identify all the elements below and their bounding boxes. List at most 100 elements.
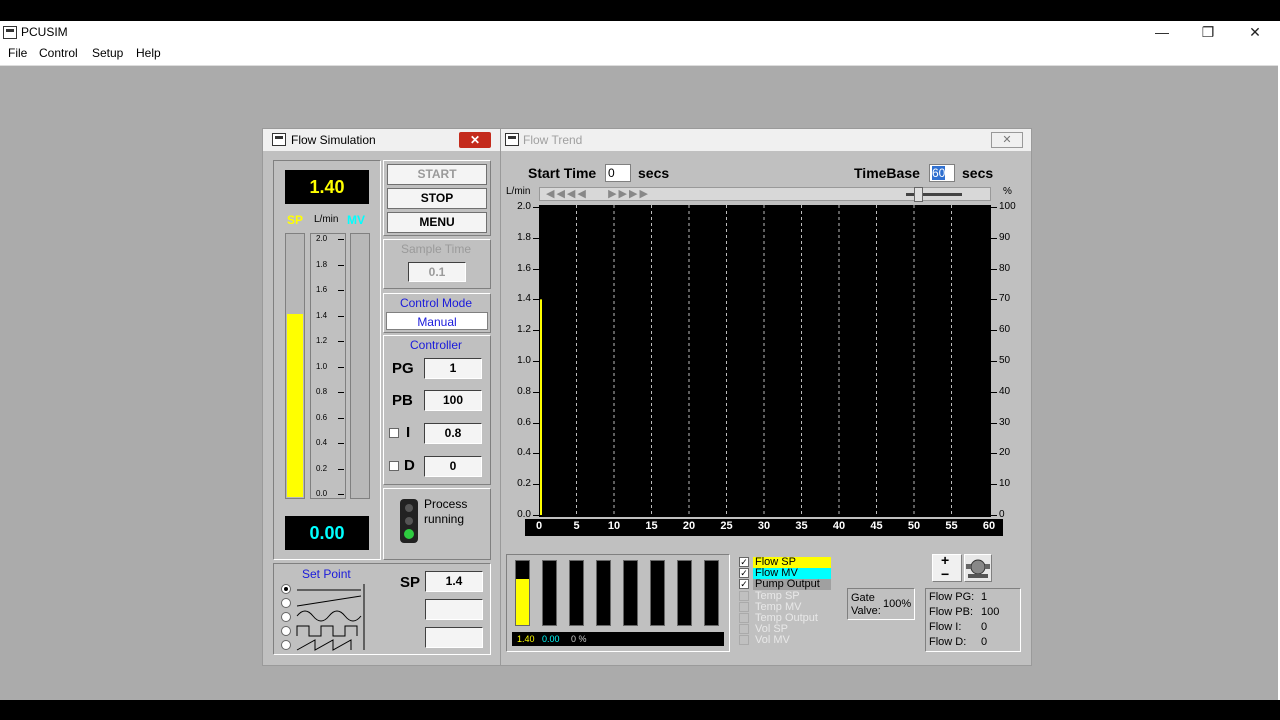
flow-simulation-titlebar[interactable]: Flow Simulation ✕ bbox=[263, 129, 500, 151]
flow-param-value: 100 bbox=[981, 606, 1000, 618]
gauge-tick bbox=[338, 392, 344, 393]
flow-param-label: Flow PG: bbox=[929, 591, 975, 603]
flow-trend-titlebar[interactable]: Flow Trend ✕ bbox=[501, 129, 1031, 151]
legend-checkbox[interactable]: ✓ bbox=[739, 557, 749, 567]
timebase-slider[interactable] bbox=[906, 187, 962, 202]
scroll-arrows-icon: ◀◀◀◀ ▶▶▶▶ bbox=[546, 188, 650, 200]
i-checkbox[interactable] bbox=[389, 428, 399, 438]
flow-param-value: 1 bbox=[981, 591, 988, 603]
sp-field[interactable]: 1.4 bbox=[425, 571, 483, 592]
flow-param-value: 0 bbox=[981, 636, 988, 648]
legend-checkbox[interactable] bbox=[739, 601, 749, 612]
close-icon[interactable]: ✕ bbox=[991, 132, 1023, 148]
gauge-tick bbox=[338, 366, 344, 368]
left-axis-tick-label: 0.4 bbox=[517, 447, 531, 459]
legend-checkbox[interactable] bbox=[739, 635, 749, 646]
app-window: PCUSIM — ❐ ✕ File Control Setup Help Flo… bbox=[0, 21, 1280, 700]
left-axis-tick bbox=[533, 330, 539, 332]
right-axis-tick-label: 70 bbox=[999, 293, 1011, 305]
sp-extra-field-1[interactable] bbox=[425, 599, 483, 620]
zoom-out-button[interactable]: − bbox=[941, 566, 949, 582]
d-field[interactable]: 0 bbox=[424, 456, 482, 477]
flow-params-panel: Flow PG: 1 Flow PB: 100 Flow I: 0 Flow D: 0 bbox=[925, 588, 1021, 652]
pb-label: PB bbox=[392, 392, 413, 409]
output-meter bbox=[569, 560, 584, 626]
trend-plot bbox=[539, 205, 991, 517]
close-icon[interactable]: ✕ bbox=[459, 132, 491, 148]
right-axis-tick bbox=[991, 361, 997, 362]
flow-param-value: 0 bbox=[981, 621, 988, 633]
flow-trend-window: Flow Trend ✕ Start Time 0 secs TimeBase … bbox=[500, 128, 1032, 666]
menu-help[interactable]: Help bbox=[136, 46, 161, 60]
radio-constant[interactable] bbox=[281, 584, 291, 594]
menu-button[interactable]: MENU bbox=[387, 212, 487, 233]
gate-valve-value: 100% bbox=[883, 598, 912, 610]
sp-extra-field-2[interactable] bbox=[425, 627, 483, 648]
minimize-icon[interactable]: — bbox=[1139, 21, 1185, 43]
radio-sine[interactable] bbox=[281, 612, 291, 622]
radio-square[interactable] bbox=[281, 626, 291, 636]
menu-control[interactable]: Control bbox=[39, 46, 78, 60]
time-scroll-bar[interactable]: ◀◀◀◀ ▶▶▶▶ bbox=[539, 187, 991, 202]
menu-file[interactable]: File bbox=[8, 46, 27, 60]
gauge-tick-label: 1.2 bbox=[316, 336, 328, 345]
right-axis-tick-label: 50 bbox=[999, 355, 1011, 366]
start-time-input[interactable]: 0 bbox=[605, 164, 631, 182]
left-axis-tick-label: 2.0 bbox=[517, 201, 531, 212]
gauge-tick bbox=[338, 468, 344, 470]
legend-checkbox[interactable]: ✓ bbox=[739, 579, 749, 590]
left-axis-tick bbox=[533, 484, 539, 486]
process-status-panel: Process running bbox=[383, 488, 491, 560]
output-meter-fill bbox=[516, 578, 529, 625]
gauge-tick bbox=[338, 315, 344, 317]
legend-checkbox[interactable] bbox=[739, 624, 749, 635]
setpoint-panel: Set Point SP 1.4 bbox=[273, 563, 491, 655]
gauge-tick-label: 2.0 bbox=[316, 234, 328, 243]
legend-checkbox[interactable] bbox=[739, 613, 749, 623]
waveform-icons bbox=[296, 584, 365, 651]
legend-checkbox[interactable] bbox=[739, 590, 749, 601]
flow-param-label: Flow PB: bbox=[929, 606, 974, 618]
restore-icon[interactable]: ❐ bbox=[1185, 21, 1231, 43]
pump-icon[interactable] bbox=[964, 554, 992, 582]
x-axis-tick-label: 30 bbox=[757, 520, 771, 532]
flow-simulation-window: Flow Simulation ✕ 1.40 SP L/min MV 2.0 1.… bbox=[262, 128, 501, 666]
output-meter bbox=[515, 560, 530, 626]
x-axis-tick-label: 35 bbox=[795, 520, 808, 532]
legend-item: Pump Output bbox=[753, 579, 831, 591]
gauge-tick bbox=[338, 264, 344, 266]
menu-setup[interactable]: Setup bbox=[92, 46, 123, 60]
output-meter bbox=[677, 560, 692, 626]
stop-button[interactable]: STOP bbox=[387, 188, 487, 209]
left-axis-tick-label: 1.6 bbox=[517, 262, 531, 274]
left-axis-tick-label: 1.4 bbox=[517, 293, 531, 305]
slider-thumb[interactable] bbox=[914, 187, 923, 202]
control-mode-button[interactable]: Manual bbox=[386, 312, 488, 330]
gauge-tick bbox=[338, 417, 344, 419]
legend-checkbox[interactable]: ✓ bbox=[739, 568, 749, 579]
control-mode-label: Control Mode bbox=[399, 296, 473, 310]
pb-field[interactable]: 100 bbox=[424, 390, 482, 411]
left-axis: 2.0 1.8 1.6 1.4 1.2 1.0 0.8 0.6 0.4 0.2 0.0 bbox=[501, 201, 539, 520]
output-meter bbox=[650, 560, 665, 626]
x-axis-tick-label: 45 bbox=[870, 520, 883, 532]
close-icon[interactable]: ✕ bbox=[1232, 21, 1278, 43]
timebase-input[interactable]: 60 bbox=[929, 164, 955, 182]
app-icon bbox=[3, 26, 17, 39]
gate-valve-panel: Gate Valve: 100% bbox=[847, 588, 915, 620]
sp-level-bar bbox=[285, 233, 305, 499]
sp-field-label: SP bbox=[400, 574, 421, 591]
left-axis-tick bbox=[533, 453, 539, 455]
pg-field[interactable]: 1 bbox=[424, 358, 482, 379]
i-field[interactable]: 0.8 bbox=[424, 423, 482, 444]
radio-sawtooth[interactable] bbox=[281, 640, 291, 650]
gauge-tick-label: 0.8 bbox=[316, 387, 328, 396]
mv-level-bar bbox=[350, 233, 370, 499]
start-button[interactable]: START bbox=[387, 164, 487, 185]
sample-time-field[interactable]: 0.1 bbox=[408, 262, 466, 282]
controller-label: Controller bbox=[409, 338, 463, 352]
gauge-tick bbox=[338, 239, 344, 240]
right-axis-unit: % bbox=[1003, 186, 1012, 197]
d-checkbox[interactable] bbox=[389, 461, 399, 471]
radio-ramp[interactable] bbox=[281, 598, 291, 608]
